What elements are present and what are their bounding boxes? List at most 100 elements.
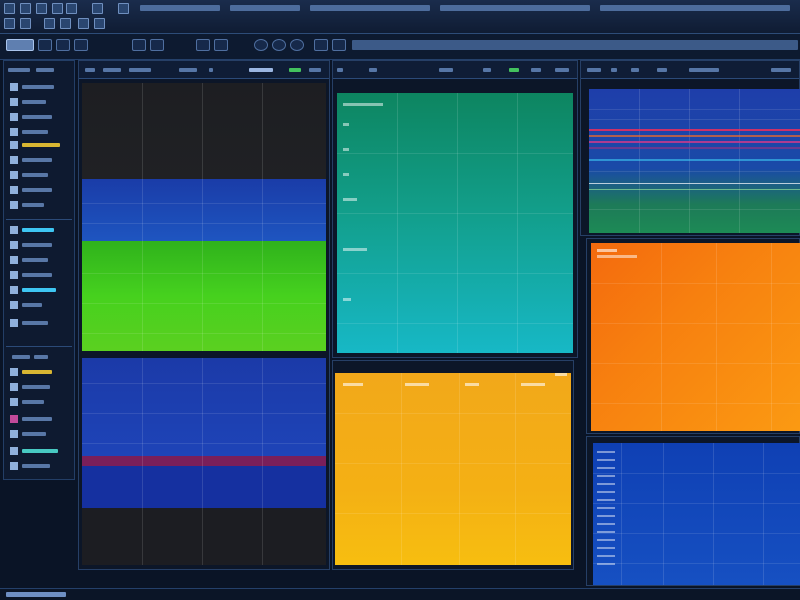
status-bar — [0, 588, 800, 600]
chart-panel-3 — [332, 360, 574, 570]
tool-icon[interactable] — [20, 18, 31, 29]
layer-icon — [10, 256, 18, 264]
tool-icon[interactable] — [44, 18, 55, 29]
window-icon[interactable] — [332, 39, 346, 51]
layers-sidebar — [3, 60, 75, 480]
tool-icon[interactable] — [78, 18, 89, 29]
settings-icon[interactable] — [290, 39, 304, 51]
layer-icon — [10, 415, 18, 423]
menu-bar-item[interactable] — [440, 5, 590, 11]
layer-icon — [10, 368, 18, 376]
sidebar-item[interactable] — [8, 415, 72, 424]
sidebar-item[interactable] — [8, 113, 72, 122]
layer-icon — [10, 186, 18, 194]
chart-panel-6 — [586, 436, 800, 586]
layer-icon — [10, 98, 18, 106]
layer-icon — [10, 241, 18, 249]
new-icon[interactable] — [38, 39, 52, 51]
menu-icon[interactable] — [4, 3, 15, 14]
toolbar-scrubber[interactable] — [352, 40, 798, 50]
panel-titlebar — [79, 61, 329, 79]
status-indicator — [6, 592, 66, 597]
cut-icon[interactable] — [196, 39, 210, 51]
sidebar-item[interactable] — [8, 301, 72, 310]
layer-icon — [10, 319, 18, 327]
plot-area[interactable] — [337, 93, 573, 353]
layer-icon — [10, 271, 18, 279]
menu-bar-item[interactable] — [230, 5, 300, 11]
layer-icon — [10, 113, 18, 121]
layer-icon — [10, 430, 18, 438]
sidebar-item[interactable] — [8, 353, 72, 362]
sidebar-item[interactable] — [8, 171, 72, 180]
layer-icon — [10, 201, 18, 209]
sidebar-item[interactable] — [8, 271, 72, 280]
sidebar-item[interactable] — [8, 319, 72, 328]
menu-icon[interactable] — [92, 3, 103, 14]
layer-icon — [10, 156, 18, 164]
menu-bar-item[interactable] — [140, 5, 220, 11]
layer-icon — [10, 286, 18, 294]
layer-icon — [10, 141, 18, 149]
sidebar-item[interactable] — [8, 447, 72, 456]
export-icon[interactable] — [314, 39, 328, 51]
menu-icon[interactable] — [66, 3, 77, 14]
layer-icon — [10, 83, 18, 91]
plot-area[interactable] — [593, 443, 800, 585]
sidebar-item[interactable] — [8, 98, 72, 107]
sidebar-item[interactable] — [8, 83, 72, 92]
layer-icon — [10, 462, 18, 470]
sidebar-item[interactable] — [8, 462, 72, 471]
select-tool-button[interactable] — [6, 39, 34, 51]
tool-icon[interactable] — [60, 18, 71, 29]
chart-panel-2 — [332, 60, 578, 358]
layer-icon — [10, 383, 18, 391]
sidebar-item[interactable] — [8, 226, 72, 235]
plot-area[interactable] — [335, 373, 571, 565]
refresh-icon[interactable] — [272, 39, 286, 51]
plot-area[interactable] — [591, 243, 800, 431]
chart-panel-1 — [78, 60, 330, 570]
sidebar-item[interactable] — [8, 201, 72, 210]
chart-panel-4 — [580, 60, 800, 236]
redo-icon[interactable] — [150, 39, 164, 51]
sidebar-item[interactable] — [8, 186, 72, 195]
divider — [6, 219, 72, 220]
zoom-icon[interactable] — [254, 39, 268, 51]
undo-icon[interactable] — [132, 39, 146, 51]
save-icon[interactable] — [74, 39, 88, 51]
title-bar — [0, 0, 800, 34]
tool-icon[interactable] — [94, 18, 105, 29]
sidebar-item[interactable] — [8, 256, 72, 265]
plot-area[interactable] — [589, 89, 800, 233]
main-toolbar — [0, 34, 800, 60]
menu-icon[interactable] — [52, 3, 63, 14]
layer-icon — [10, 398, 18, 406]
menu-icon[interactable] — [20, 3, 31, 14]
sidebar-item[interactable] — [8, 383, 72, 392]
menu-bar-item[interactable] — [600, 5, 790, 11]
open-icon[interactable] — [56, 39, 70, 51]
chart-panel-5 — [586, 238, 800, 434]
tool-icon[interactable] — [4, 18, 15, 29]
panel-titlebar — [581, 61, 799, 79]
sidebar-item[interactable] — [8, 368, 72, 377]
panel-titlebar — [333, 61, 577, 79]
layer-icon — [10, 226, 18, 234]
menu-bar-item[interactable] — [310, 5, 430, 11]
layer-icon — [10, 171, 18, 179]
menu-icon[interactable] — [118, 3, 129, 14]
layer-icon — [10, 447, 18, 455]
menu-icon[interactable] — [36, 3, 47, 14]
sidebar-item[interactable] — [8, 156, 72, 165]
copy-icon[interactable] — [214, 39, 228, 51]
layer-icon — [10, 128, 18, 136]
sidebar-item[interactable] — [8, 398, 72, 407]
divider — [6, 346, 72, 347]
plot-area[interactable] — [82, 83, 326, 565]
sidebar-item[interactable] — [8, 128, 72, 137]
sidebar-item[interactable] — [8, 286, 72, 295]
sidebar-item[interactable] — [8, 241, 72, 250]
sidebar-item[interactable] — [8, 430, 72, 439]
sidebar-item[interactable] — [8, 141, 72, 150]
